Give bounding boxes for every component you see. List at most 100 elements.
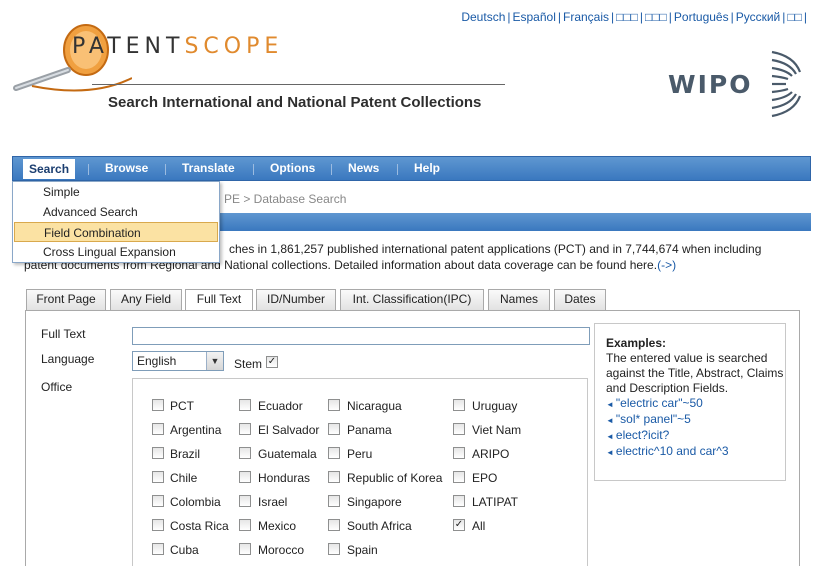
office-checkbox-latipat[interactable]	[453, 495, 465, 507]
tab-names[interactable]: Names	[488, 289, 550, 310]
tab-front-page[interactable]: Front Page	[26, 289, 106, 310]
example-item[interactable]: "electric car"~50	[606, 396, 785, 412]
lang-francais[interactable]: Français	[563, 10, 609, 24]
language-select[interactable]: English ▼	[132, 351, 224, 371]
example-item[interactable]: electric^10 and car^3	[606, 444, 785, 460]
office-checkbox-morocco[interactable]	[239, 543, 251, 555]
office-label-honduras: Honduras	[258, 471, 311, 485]
office-checkbox-singapore[interactable]	[328, 495, 340, 507]
lang-chinese[interactable]: □□□	[616, 10, 638, 24]
nav-browse[interactable]: Browse	[105, 157, 148, 180]
tab-dates[interactable]: Dates	[554, 289, 606, 310]
office-label-pct: PCT	[170, 399, 194, 413]
office-checkbox-el-salvador[interactable]	[239, 423, 251, 435]
menu-item-advanced-search[interactable]: Advanced Search	[13, 202, 219, 222]
menu-item-field-combination[interactable]: Field Combination	[14, 222, 218, 242]
wipo-logo[interactable]: WIPO	[668, 48, 808, 120]
office-label-guatemala: Guatemala	[258, 447, 317, 461]
office-label-south-africa: South Africa	[347, 519, 412, 533]
office-label-ecuador: Ecuador	[258, 399, 303, 413]
wipo-wordmark: WIPO	[668, 70, 753, 99]
office-checkbox-nicaragua[interactable]	[328, 399, 340, 411]
office-checkbox-south-africa[interactable]	[328, 519, 340, 531]
office-checkbox-israel[interactable]	[239, 495, 251, 507]
office-label-chile: Chile	[170, 471, 198, 485]
office-checkbox-viet-nam[interactable]	[453, 423, 465, 435]
office-checkbox-colombia[interactable]	[152, 495, 164, 507]
office-label-viet-nam: Viet Nam	[472, 423, 522, 437]
office-label: Office	[41, 380, 73, 394]
main-nav: Search Browse Translate Options News Hel…	[12, 156, 811, 181]
office-checkbox-brazil[interactable]	[152, 447, 164, 459]
section-header-bar	[220, 213, 811, 231]
logo-rule	[92, 84, 505, 85]
office-checkbox-pct[interactable]	[152, 399, 164, 411]
office-label-epo: EPO	[472, 471, 498, 485]
office-label-uruguay: Uruguay	[472, 399, 518, 413]
office-label-singapore: Singapore	[347, 495, 402, 509]
office-label-morocco: Morocco	[258, 543, 305, 557]
menu-item-simple[interactable]: Simple	[13, 182, 219, 202]
office-label-nicaragua: Nicaragua	[347, 399, 402, 413]
lang-russian[interactable]: Русский	[736, 10, 781, 24]
office-checkbox-honduras[interactable]	[239, 471, 251, 483]
patentscope-logo[interactable]: PATENTSCOPE Search International and Nat…	[12, 20, 512, 120]
office-checkbox-republic-of-korea[interactable]	[328, 471, 340, 483]
office-checkbox-chile[interactable]	[152, 471, 164, 483]
stem-label: Stem	[234, 357, 263, 371]
example-item[interactable]: "sol* panel"~5	[606, 412, 785, 428]
office-checkbox-costa-rica[interactable]	[152, 519, 164, 531]
coverage-link[interactable]: (->)	[657, 258, 676, 272]
office-checkbox-all[interactable]: ✓	[453, 519, 465, 531]
wordmark-atent: ATENT	[88, 34, 185, 59]
office-label-costa-rica: Costa Rica	[170, 519, 229, 533]
menu-item-cross-lingual-expansion[interactable]: Cross Lingual Expansion	[13, 242, 219, 262]
office-checkbox-ecuador[interactable]	[239, 399, 251, 411]
examples-heading: Examples:	[606, 336, 667, 350]
examples-description: The entered value is searched against th…	[606, 351, 784, 395]
nav-divider	[165, 164, 166, 175]
lang-portugues[interactable]: Português	[674, 10, 729, 24]
example-item[interactable]: elect?icit?	[606, 428, 785, 444]
office-checkbox-guatemala[interactable]	[239, 447, 251, 459]
language-select-value: English	[137, 354, 177, 368]
nav-divider	[331, 164, 332, 175]
office-label-aripo: ARIPO	[472, 447, 510, 461]
office-label-peru: Peru	[347, 447, 373, 461]
nav-search[interactable]: Search	[23, 159, 76, 179]
tab-int-classification[interactable]: Int. Classification(IPC)	[340, 289, 484, 310]
logo-subtitle: Search International and National Patent…	[108, 94, 482, 111]
office-label-mexico: Mexico	[258, 519, 297, 533]
lang-espanol[interactable]: Español	[513, 10, 556, 24]
wordmark-p: P	[72, 34, 89, 59]
office-checkbox-peru[interactable]	[328, 447, 340, 459]
full-text-input[interactable]	[132, 327, 590, 345]
office-checkbox-argentina[interactable]	[152, 423, 164, 435]
office-checkbox-cuba[interactable]	[152, 543, 164, 555]
office-checkbox-spain[interactable]	[328, 543, 340, 555]
search-dropdown-menu: Simple Advanced Search Field Combination…	[12, 181, 220, 263]
tab-full-text[interactable]: Full Text	[185, 289, 253, 311]
office-checkbox-epo[interactable]	[453, 471, 465, 483]
nav-translate[interactable]: Translate	[182, 157, 235, 180]
full-text-label: Full Text	[41, 327, 86, 341]
office-label-argentina: Argentina	[170, 423, 222, 437]
nav-help[interactable]: Help	[414, 157, 440, 180]
nav-options[interactable]: Options	[270, 157, 315, 180]
wipo-emblem-icon	[771, 50, 802, 118]
stem-checkbox[interactable]: ✓	[266, 356, 278, 368]
office-label-cuba: Cuba	[170, 543, 199, 557]
office-checkbox-uruguay[interactable]	[453, 399, 465, 411]
office-label-spain: Spain	[347, 543, 378, 557]
lang-korean[interactable]: □□	[787, 10, 802, 24]
tab-any-field[interactable]: Any Field	[110, 289, 182, 310]
tab-id-number[interactable]: ID/Number	[256, 289, 336, 310]
office-label-israel: Israel	[258, 495, 288, 509]
office-checkbox-panama[interactable]	[328, 423, 340, 435]
nav-news[interactable]: News	[348, 157, 379, 180]
office-checkbox-mexico[interactable]	[239, 519, 251, 531]
office-checkbox-aripo[interactable]	[453, 447, 465, 459]
office-label-republic-of-korea: Republic of Korea	[347, 471, 443, 485]
chevron-down-icon[interactable]: ▼	[206, 352, 223, 370]
lang-japanese[interactable]: □□□	[645, 10, 667, 24]
